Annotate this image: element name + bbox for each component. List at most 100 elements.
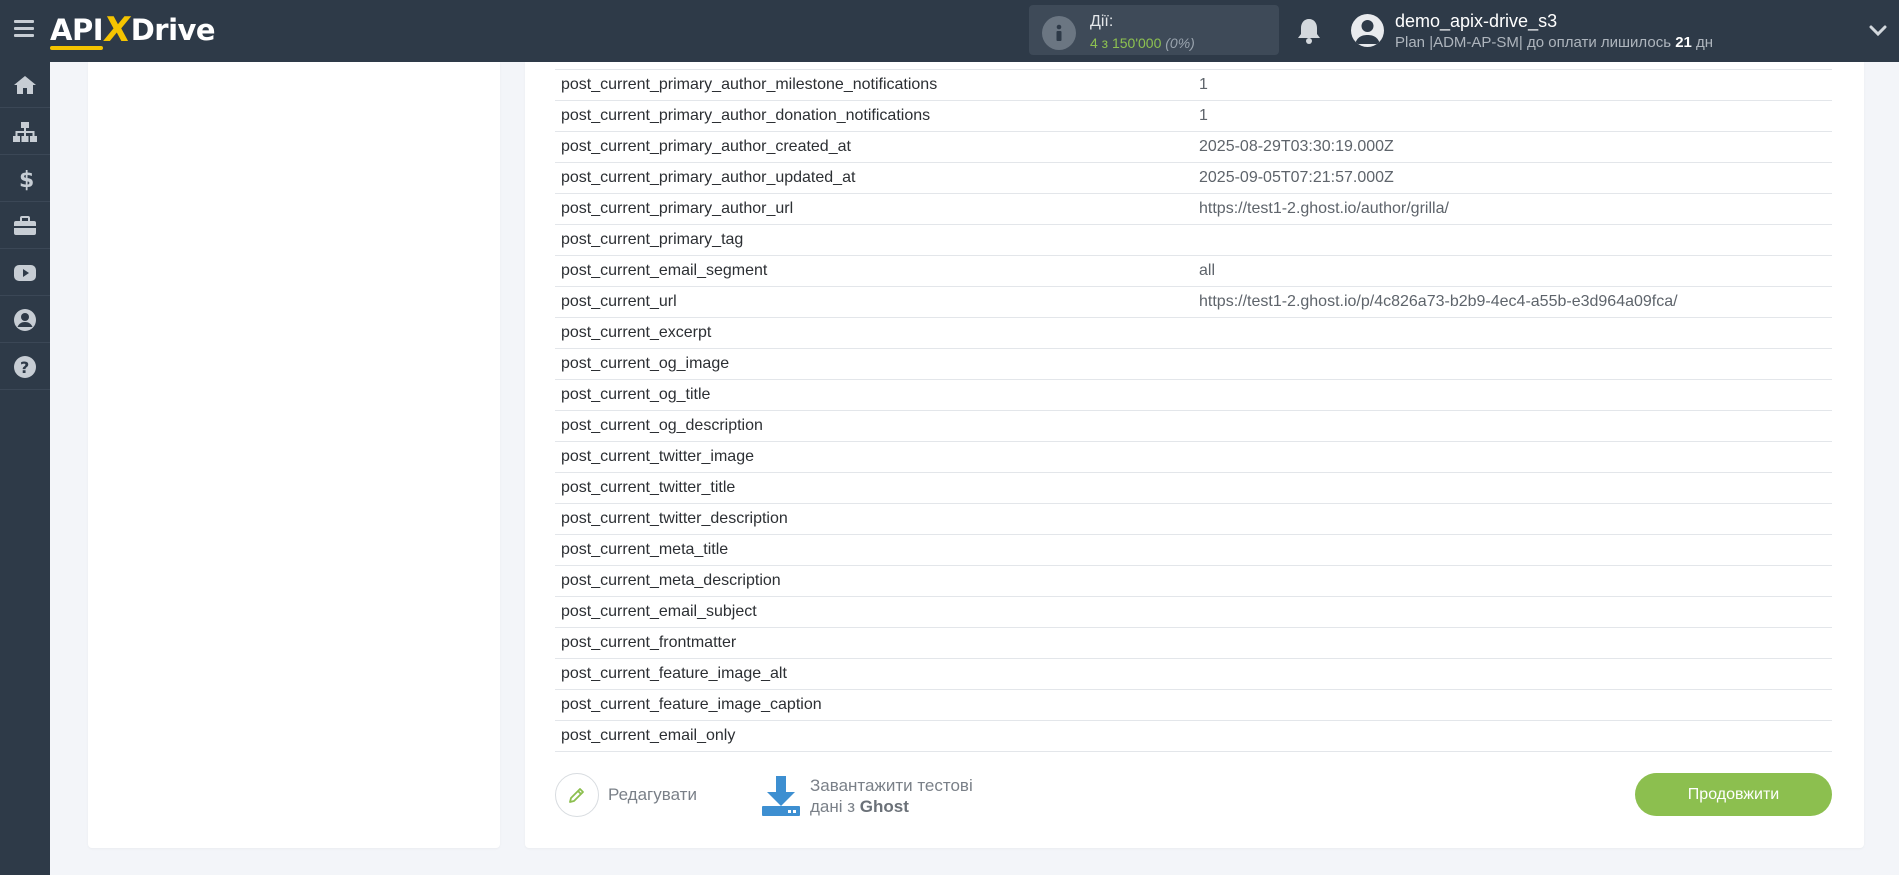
sidebar-item-billing[interactable]: $ xyxy=(0,156,50,202)
field-value xyxy=(1193,225,1832,256)
logo-x-text: X xyxy=(101,10,133,50)
download-line-2-prefix: дані з xyxy=(810,797,860,816)
field-name: post_current_twitter_description xyxy=(561,510,788,527)
menu-icon[interactable] xyxy=(14,20,34,38)
field-name: post_current_meta_title xyxy=(561,541,729,558)
download-line-2: дані з Ghost xyxy=(810,796,973,817)
field-name: post_current_email_segment xyxy=(561,262,768,279)
svg-text:?: ? xyxy=(20,358,29,377)
apixdrive-logo[interactable]: API X Drive xyxy=(50,10,216,50)
test-data-table: post_current_primary_author_milestone_no… xyxy=(555,69,1832,752)
field-value: https://test1-2.ghost.io/p/4c826a73-b2b9… xyxy=(1199,293,1678,310)
sidebar-item-tools[interactable] xyxy=(0,203,50,249)
download-source: Ghost xyxy=(859,797,909,816)
field-value: 2025-08-29T03:30:19.000Z xyxy=(1199,138,1394,155)
table-row: post_current_frontmatter xyxy=(555,628,1832,659)
sidebar-item-profile[interactable] xyxy=(0,297,50,343)
field-value xyxy=(1193,659,1832,690)
continue-button[interactable]: Продовжити xyxy=(1635,773,1832,816)
field-name: post_current_primary_author_updated_at xyxy=(561,169,856,186)
download-icon xyxy=(762,776,800,816)
actions-value: 4 з 150'000 (0%) xyxy=(1090,35,1195,51)
download-test-data-button[interactable]: Завантажити тестові дані з Ghost xyxy=(760,772,973,820)
username[interactable]: demo_apix-drive_s3 xyxy=(1395,11,1557,32)
sidebar-item-video[interactable] xyxy=(0,250,50,296)
field-name: post_current_url xyxy=(561,293,677,310)
field-name: post_current_primary_author_url xyxy=(561,200,794,217)
field-name: post_current_primary_tag xyxy=(561,231,744,248)
field-value xyxy=(1193,473,1832,504)
table-row: post_current_meta_title xyxy=(555,535,1832,566)
info-icon xyxy=(1042,16,1076,50)
logo-drive-text: Drive xyxy=(130,13,216,47)
avatar[interactable] xyxy=(1351,14,1384,47)
download-text: Завантажити тестові дані з Ghost xyxy=(810,775,973,817)
field-name: post_current_primary_author_created_at xyxy=(561,138,851,155)
left-panel xyxy=(88,62,500,848)
main-panel: post_current_primary_author_milestone_no… xyxy=(525,62,1864,848)
plan-prefix: Plan |ADM-AP-SM| до оплати лишилось xyxy=(1395,34,1676,51)
sitemap-icon xyxy=(13,121,37,142)
field-name: post_current_primary_author_donation_not… xyxy=(561,107,931,124)
sidebar: $ ? xyxy=(0,62,50,875)
table-row: post_current_twitter_image xyxy=(555,442,1832,473)
field-name: post_current_frontmatter xyxy=(561,634,737,651)
days-suffix: дн xyxy=(1691,34,1714,51)
table-row: post_current_primary_tag xyxy=(555,225,1832,256)
table-row: post_current_primary_author_created_at 20… xyxy=(555,132,1832,163)
field-value xyxy=(1193,411,1832,442)
table-row: post_current_url https://test1-2.ghost.io… xyxy=(555,287,1832,318)
field-value xyxy=(1193,318,1832,349)
field-name: post_current_primary_author_milestone_no… xyxy=(561,76,938,93)
days-left: 21 xyxy=(1675,34,1692,51)
table-row: post_current_excerpt xyxy=(555,318,1832,349)
field-value xyxy=(1193,349,1832,380)
dollar-icon: $ xyxy=(19,168,33,191)
field-value xyxy=(1193,628,1832,659)
actions-counter: Дії: 4 з 150'000 (0%) xyxy=(1029,5,1279,55)
sidebar-item-home[interactable] xyxy=(0,62,50,108)
field-name: post_current_email_only xyxy=(561,727,736,744)
svg-text:$: $ xyxy=(19,168,33,191)
field-name: post_current_meta_description xyxy=(561,572,781,589)
field-value xyxy=(1193,721,1832,752)
sidebar-item-connections[interactable] xyxy=(0,109,50,155)
field-name: post_current_email_subject xyxy=(561,603,757,620)
user-circle-icon xyxy=(14,308,36,331)
field-name: post_current_twitter_image xyxy=(561,448,754,465)
field-value xyxy=(1193,504,1832,535)
pencil-icon xyxy=(569,788,584,803)
edit-button[interactable]: Редагувати xyxy=(555,773,697,817)
table-row: post_current_feature_image_caption xyxy=(555,690,1832,721)
home-icon xyxy=(14,75,36,94)
field-name: post_current_feature_image_caption xyxy=(561,696,822,713)
actions-percent: (0%) xyxy=(1165,35,1195,51)
field-name: post_current_og_description xyxy=(561,417,763,434)
field-value: https://test1-2.ghost.io/author/grilla/ xyxy=(1199,200,1449,217)
table-row: post_current_primary_author_updated_at 20… xyxy=(555,163,1832,194)
table-row: post_current_feature_image_alt xyxy=(555,659,1832,690)
table-row: post_current_twitter_description xyxy=(555,504,1832,535)
chevron-down-icon[interactable] xyxy=(1869,24,1887,42)
table-row: post_current_email_subject xyxy=(555,597,1832,628)
table-row: post_current_primary_author_donation_not… xyxy=(555,101,1832,132)
briefcase-icon xyxy=(14,215,36,235)
top-bar: API X Drive Дії: 4 з 150'000 (0%) demo_api… xyxy=(0,0,1899,62)
table-row: post_current_og_title xyxy=(555,380,1832,411)
field-name: post_current_og_image xyxy=(561,355,730,372)
field-value: 1 xyxy=(1199,107,1208,124)
table-row: post_current_og_description xyxy=(555,411,1832,442)
youtube-icon xyxy=(14,264,36,281)
field-name: post_current_og_title xyxy=(561,386,711,403)
question-circle-icon: ? xyxy=(14,355,36,378)
field-value: 1 xyxy=(1199,76,1208,93)
bell-icon[interactable] xyxy=(1296,17,1322,50)
download-line-1: Завантажити тестові xyxy=(810,776,973,795)
field-name: post_current_twitter_title xyxy=(561,479,736,496)
field-value xyxy=(1193,566,1832,597)
field-value xyxy=(1193,380,1832,411)
actions-used: 4 з 150'000 xyxy=(1090,35,1162,51)
sidebar-item-help[interactable]: ? xyxy=(0,344,50,390)
field-value xyxy=(1193,535,1832,566)
field-value xyxy=(1193,690,1832,721)
